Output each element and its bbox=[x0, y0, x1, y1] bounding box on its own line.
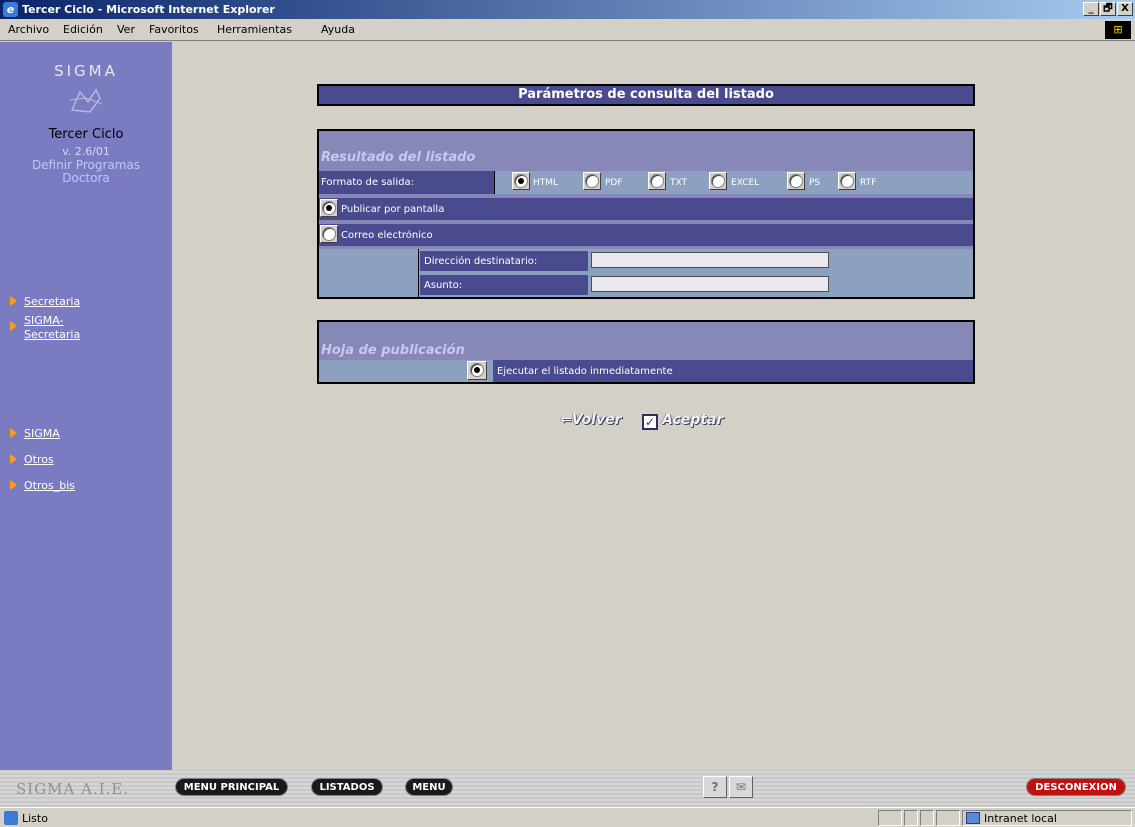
format-label: Formato de salida: bbox=[321, 177, 414, 188]
run-now-radio[interactable] bbox=[470, 363, 484, 377]
app-name: Tercer Ciclo bbox=[48, 127, 124, 142]
mail-button[interactable]: ✉ bbox=[729, 776, 753, 798]
format-ps-radio[interactable] bbox=[789, 174, 803, 188]
format-html-radio[interactable] bbox=[514, 174, 528, 188]
status-text: Listo bbox=[22, 812, 48, 825]
listings-button[interactable]: LISTADOS bbox=[311, 778, 383, 796]
window-title-bar: e Tercer Ciclo - Microsoft Internet Expl… bbox=[0, 0, 1135, 19]
help-button[interactable]: ? bbox=[703, 776, 727, 798]
email-details: Dirección destinatario: Asunto: bbox=[319, 249, 973, 297]
nav-label: Secretaria bbox=[24, 295, 81, 308]
nav-secretaria[interactable]: Secretaria bbox=[10, 295, 80, 309]
publish-screen-radio[interactable] bbox=[322, 201, 336, 215]
minimize-button[interactable]: _ bbox=[1083, 2, 1099, 16]
format-excel-radio[interactable] bbox=[711, 174, 725, 188]
nav-otros-bis[interactable]: Otros_bis bbox=[10, 479, 75, 493]
format-txt-label: TXT bbox=[670, 178, 688, 188]
menu-button[interactable]: MENU bbox=[405, 778, 453, 796]
page-title: Parámetros de consulta del listado bbox=[317, 84, 975, 106]
app-version: v. 2.6/01 bbox=[62, 145, 110, 158]
format-txt-radio[interactable] bbox=[650, 174, 664, 188]
result-panel: Resultado del listado Formato de salida:… bbox=[317, 129, 975, 299]
security-zone: Intranet local bbox=[984, 812, 1057, 825]
arrow-right-icon bbox=[10, 296, 17, 306]
arrow-right-icon bbox=[10, 428, 17, 438]
format-rtf-radio[interactable] bbox=[840, 174, 854, 188]
program-link[interactable]: Definir Programas Doctora bbox=[0, 159, 172, 185]
format-html-label: HTML bbox=[533, 178, 559, 188]
email-radio[interactable] bbox=[322, 227, 336, 241]
result-panel-title: Resultado del listado bbox=[321, 150, 476, 165]
window-title: Tercer Ciclo - Microsoft Internet Explor… bbox=[22, 3, 275, 16]
recipient-input[interactable] bbox=[591, 252, 829, 268]
format-row: Formato de salida: HTML PDF TXT EXCEL PS… bbox=[319, 171, 973, 194]
nav-label: SIGMA bbox=[24, 427, 60, 440]
format-pdf-radio[interactable] bbox=[585, 174, 599, 188]
restore-button[interactable]: 🗗 bbox=[1100, 2, 1116, 16]
main-menu-button[interactable]: MENU PRINCIPAL bbox=[175, 778, 288, 796]
back-label: Volver bbox=[571, 412, 622, 428]
menu-ayuda[interactable]: Ayuda bbox=[321, 23, 355, 36]
checkbox-icon: ✓ bbox=[642, 414, 658, 430]
nav-otros[interactable]: Otros bbox=[10, 453, 54, 467]
menu-archivo[interactable]: Archivo bbox=[8, 23, 49, 36]
status-bar: Listo Intranet local bbox=[0, 807, 1135, 827]
email-label: Correo electrónico bbox=[341, 230, 433, 241]
subject-input[interactable] bbox=[591, 276, 829, 292]
menu-herramientas[interactable]: Herramientas bbox=[217, 23, 292, 36]
nav-label: Secretaria bbox=[24, 328, 81, 341]
menu-favoritos[interactable]: Favoritos bbox=[149, 23, 199, 36]
run-now-label: Ejecutar el listado inmediatamente bbox=[497, 366, 673, 377]
accept-button[interactable]: ✓ Aceptar bbox=[642, 412, 723, 430]
disconnect-button[interactable]: DESCONEXION bbox=[1026, 778, 1126, 796]
sidebar: SIGMA Tercer Ciclo v. 2.6/01 Definir Pro… bbox=[0, 42, 172, 770]
bottom-toolbar: SIGMA A.I.E. MENU PRINCIPAL LISTADOS MEN… bbox=[0, 770, 1135, 807]
ie-logo-icon: e bbox=[3, 2, 18, 17]
arrow-right-icon bbox=[10, 454, 17, 464]
program-line-1: Definir Programas bbox=[31, 158, 141, 172]
recipient-label: Dirección destinatario: bbox=[424, 256, 538, 267]
nav-sigma-secretaria[interactable]: SIGMA- Secretaria bbox=[10, 314, 80, 342]
publish-panel: Hoja de publicación Ejecutar el listado … bbox=[317, 320, 975, 384]
nav-sigma[interactable]: SIGMA bbox=[10, 427, 60, 441]
arrow-right-icon bbox=[10, 321, 17, 331]
back-button[interactable]: ⇐Volver bbox=[560, 412, 622, 428]
publish-panel-title: Hoja de publicación bbox=[321, 343, 465, 358]
menu-bar: Archivo Edición Ver Favoritos Herramient… bbox=[0, 19, 1135, 41]
arrow-left-icon: ⇐ bbox=[560, 412, 572, 428]
nav-label: Otros_bis bbox=[24, 479, 75, 492]
format-ps-label: PS bbox=[809, 178, 821, 188]
arrow-right-icon bbox=[10, 480, 17, 490]
subject-label: Asunto: bbox=[424, 280, 463, 291]
format-excel-label: EXCEL bbox=[731, 178, 760, 188]
menu-edicion[interactable]: Edición bbox=[63, 23, 103, 36]
sigma-logo-text: SIGMA bbox=[54, 62, 118, 80]
brand-label: SIGMA A.I.E. bbox=[16, 780, 130, 798]
email-row: Correo electrónico bbox=[319, 224, 973, 246]
nav-label: SIGMA- bbox=[24, 314, 64, 327]
menu-ver[interactable]: Ver bbox=[117, 23, 135, 36]
ie-page-icon bbox=[4, 811, 18, 825]
publish-screen-row: Publicar por pantalla bbox=[319, 198, 973, 220]
program-line-2: Doctora bbox=[62, 171, 110, 185]
sigma-logo-icon bbox=[69, 88, 103, 113]
close-button[interactable]: X bbox=[1117, 2, 1133, 16]
run-now-row: Ejecutar el listado inmediatamente bbox=[319, 360, 973, 382]
main-content: Parámetros de consulta del listado Resul… bbox=[172, 42, 1135, 770]
format-pdf-label: PDF bbox=[605, 178, 623, 188]
accept-label: Aceptar bbox=[662, 412, 724, 428]
windows-logo-icon: ⊞ bbox=[1105, 21, 1131, 39]
format-rtf-label: RTF bbox=[860, 178, 877, 188]
intranet-icon bbox=[966, 812, 980, 824]
publish-screen-label: Publicar por pantalla bbox=[341, 204, 445, 215]
